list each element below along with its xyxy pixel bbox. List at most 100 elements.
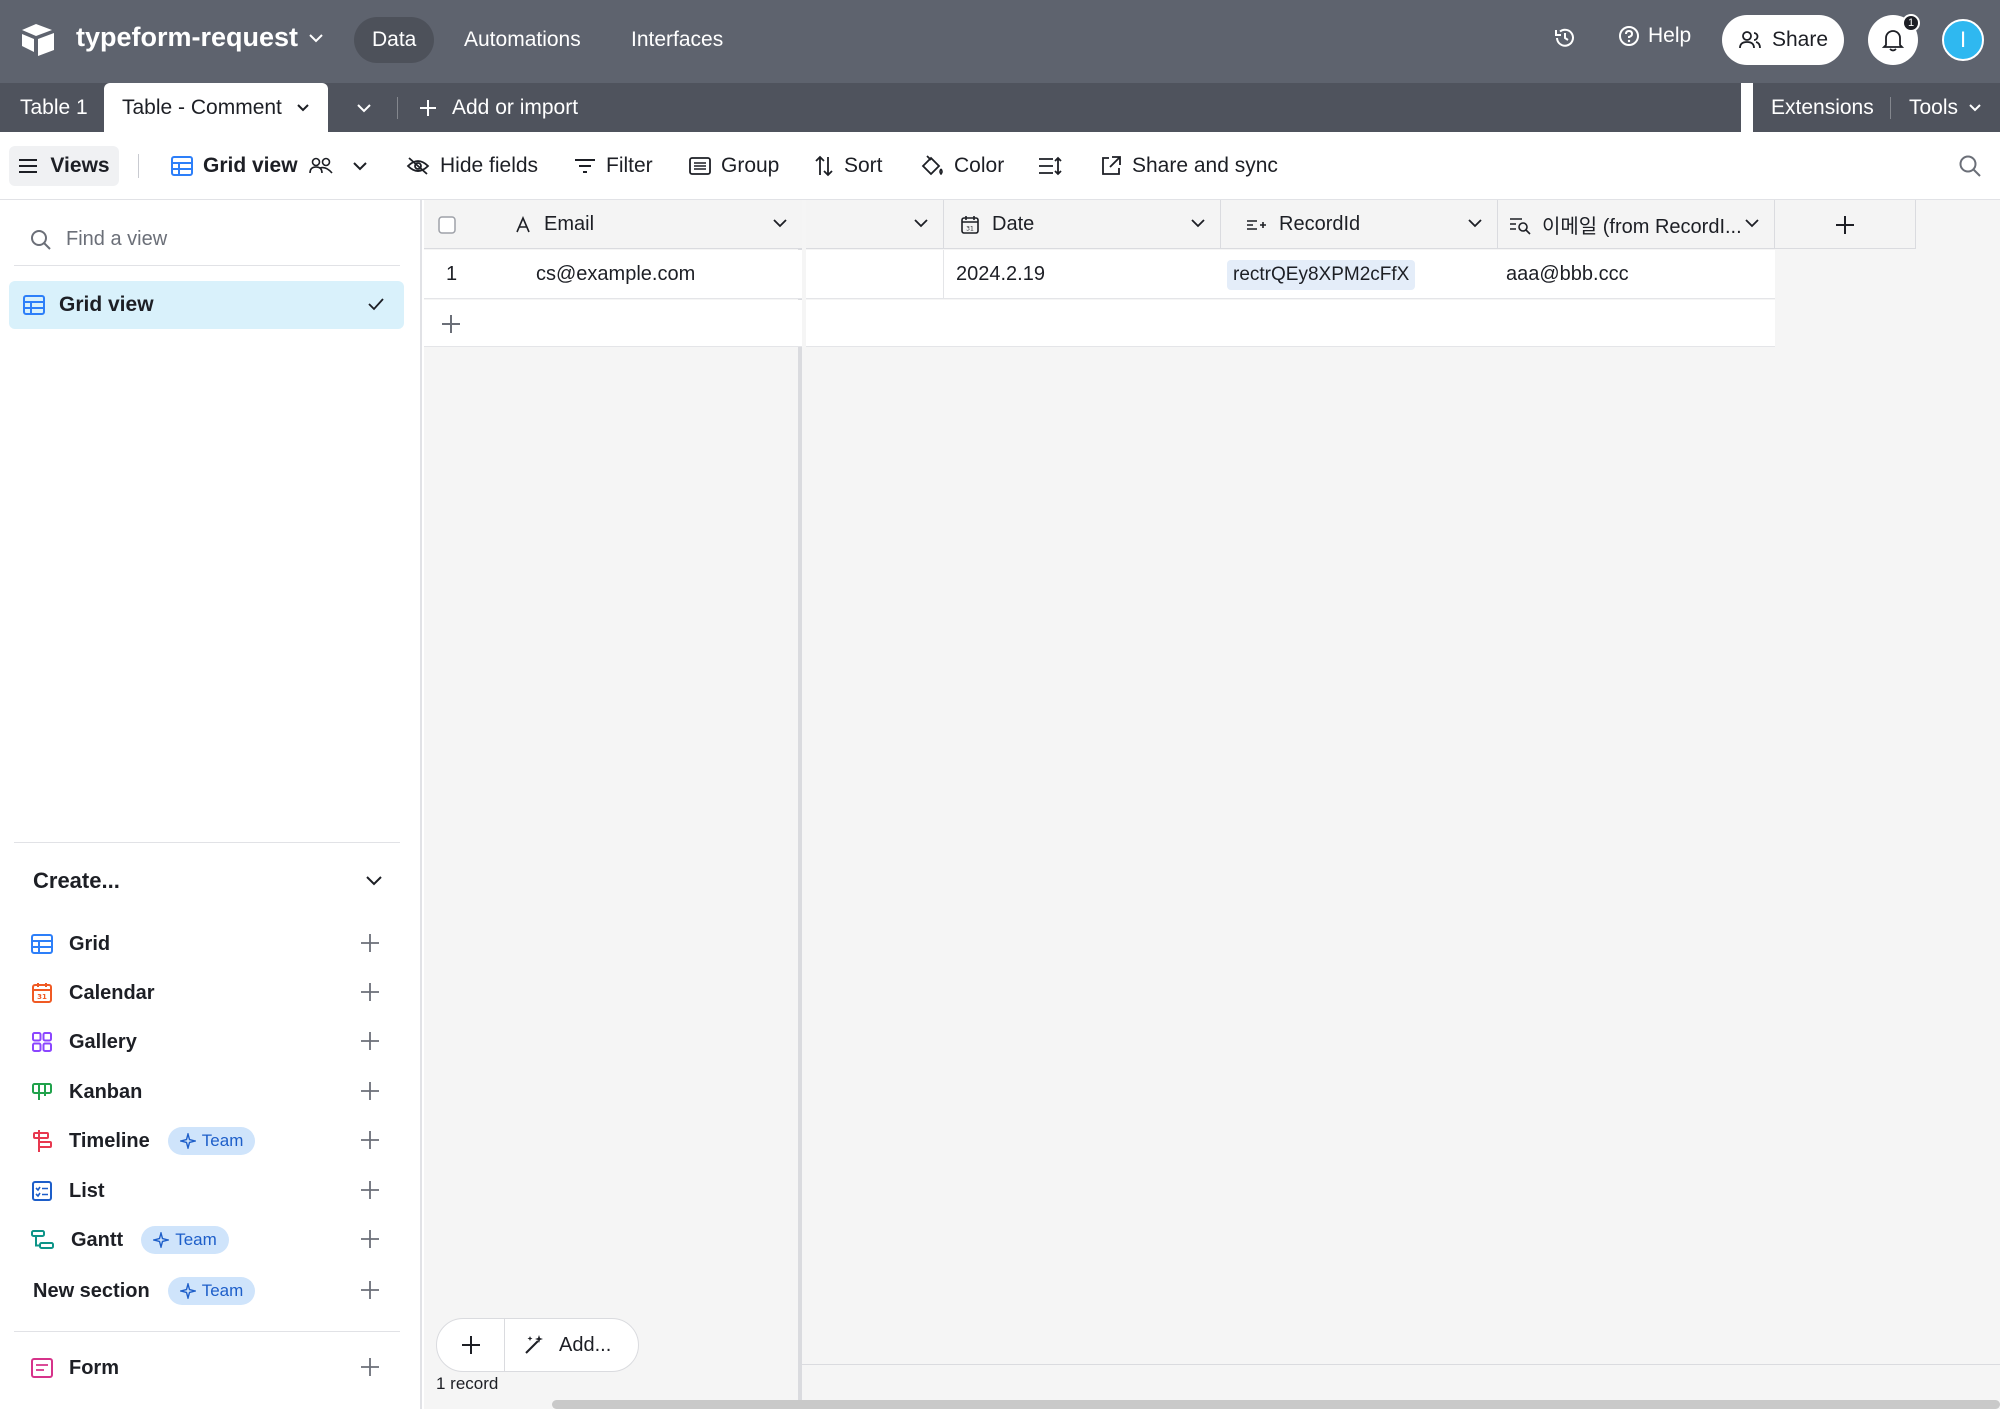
chevron-down-icon bbox=[309, 33, 323, 42]
add-or-import-button[interactable]: Add or import bbox=[418, 83, 578, 132]
share-button[interactable]: Share bbox=[1722, 15, 1844, 65]
svg-text:31: 31 bbox=[966, 225, 974, 232]
add-record-button[interactable] bbox=[437, 1318, 505, 1372]
cell-email[interactable]: cs@example.com bbox=[536, 250, 796, 299]
nav-automations[interactable]: Automations bbox=[446, 17, 599, 63]
hide-fields-button[interactable]: Hide fields bbox=[406, 132, 538, 200]
create-grid-view[interactable]: Grid bbox=[31, 924, 381, 964]
column-header-lookup-email[interactable]: 이메일 (from RecordI... bbox=[1498, 200, 1775, 249]
plus-icon bbox=[361, 1358, 379, 1376]
find-view-input[interactable]: Find a view bbox=[14, 214, 400, 266]
column-header-unnamed[interactable] bbox=[806, 200, 944, 249]
cell-date[interactable]: 2024.2.19 bbox=[956, 250, 1221, 299]
list-icon bbox=[32, 1181, 52, 1201]
sparkle-icon bbox=[179, 1283, 196, 1299]
table-tab-bar: Table 1 Table - Comment Add or import bbox=[0, 83, 1741, 132]
group-button[interactable]: Group bbox=[689, 132, 779, 200]
views-toggle-button[interactable]: Views bbox=[9, 146, 119, 186]
horizontal-scrollbar[interactable] bbox=[552, 1400, 2000, 1409]
color-button[interactable]: Color bbox=[920, 132, 1004, 200]
cell-recordid[interactable]: rectrQEy8XPM2cFfX bbox=[1227, 250, 1497, 299]
sparkle-icon bbox=[179, 1133, 196, 1149]
search-icon bbox=[31, 229, 51, 250]
sort-button[interactable]: Sort bbox=[814, 132, 883, 200]
share-and-sync-button[interactable]: Share and sync bbox=[1100, 132, 1278, 200]
search-icon[interactable] bbox=[1958, 132, 1982, 200]
find-view-placeholder: Find a view bbox=[66, 228, 168, 250]
frozen-column-area bbox=[424, 200, 802, 1409]
plus-icon bbox=[361, 1281, 379, 1299]
gantt-icon bbox=[31, 1230, 54, 1249]
check-icon bbox=[368, 298, 384, 311]
avatar[interactable]: I bbox=[1942, 19, 1984, 61]
add-field-button[interactable] bbox=[1775, 200, 1916, 249]
base-name-label: typeform-request bbox=[76, 22, 299, 52]
base-name-button[interactable]: typeform-request bbox=[76, 22, 324, 53]
tab-divider bbox=[397, 97, 398, 119]
chevron-down-icon bbox=[773, 219, 787, 228]
column-header-recordid[interactable]: RecordId bbox=[1221, 200, 1498, 249]
create-gantt-view[interactable]: Gantt Team bbox=[31, 1220, 381, 1260]
airtable-logo-icon[interactable] bbox=[20, 22, 56, 56]
chevron-down-icon bbox=[1969, 103, 1981, 111]
add-with-ai-button[interactable]: Add... bbox=[505, 1334, 611, 1357]
create-new-section[interactable]: New section Team bbox=[33, 1271, 383, 1311]
top-header: typeform-request Data Automations Interf… bbox=[0, 0, 2000, 83]
form-icon bbox=[31, 1358, 53, 1378]
chevron-down-icon bbox=[1745, 219, 1759, 228]
extensions-button[interactable]: Extensions bbox=[1771, 83, 1874, 132]
lookup-field-icon bbox=[1510, 217, 1531, 235]
create-form-view[interactable]: Form bbox=[31, 1348, 381, 1388]
column-header-email[interactable]: Email bbox=[514, 200, 802, 249]
nav-interfaces[interactable]: Interfaces bbox=[613, 17, 741, 63]
create-gallery-view[interactable]: Gallery bbox=[31, 1022, 381, 1062]
create-list-view[interactable]: List bbox=[31, 1171, 381, 1211]
team-plan-badge: Team bbox=[167, 1127, 256, 1155]
plus-icon bbox=[361, 1230, 379, 1248]
tools-button[interactable]: Tools bbox=[1909, 83, 1982, 132]
grid-header-frozen: Email bbox=[424, 200, 802, 249]
current-view-button[interactable]: Grid view bbox=[171, 132, 368, 200]
team-plan-badge: Team bbox=[141, 1226, 229, 1254]
plus-icon[interactable] bbox=[440, 300, 462, 347]
gallery-icon bbox=[32, 1032, 52, 1052]
text-field-icon bbox=[516, 215, 530, 232]
cell-lookup-email[interactable]: aaa@bbb.ccc bbox=[1506, 250, 1775, 299]
eye-off-icon bbox=[406, 157, 430, 175]
help-button[interactable]: Help bbox=[1618, 24, 1691, 48]
tab-table-comment[interactable]: Table - Comment bbox=[104, 83, 328, 132]
create-kanban-view[interactable]: Kanban bbox=[31, 1072, 381, 1112]
tab-divider bbox=[1890, 97, 1891, 119]
menu-icon bbox=[19, 159, 38, 173]
sidebar-view-grid[interactable]: Grid view bbox=[9, 281, 404, 329]
plus-icon bbox=[361, 1032, 379, 1050]
grid-icon bbox=[171, 156, 193, 176]
add-record-row-extension[interactable] bbox=[806, 300, 1775, 347]
add-record-row[interactable] bbox=[424, 300, 802, 347]
filter-button[interactable]: Filter bbox=[574, 132, 653, 200]
row-height-button[interactable] bbox=[1038, 132, 1062, 200]
tab-table-1[interactable]: Table 1 bbox=[20, 83, 88, 132]
table-row[interactable]: 2024.2.19 rectrQEy8XPM2cFfX aaa@bbb.ccc bbox=[806, 250, 1775, 299]
sidebar-divider bbox=[14, 842, 400, 843]
create-calendar-view[interactable]: 31 Calendar bbox=[31, 973, 381, 1013]
select-all-checkbox[interactable] bbox=[438, 200, 468, 249]
create-timeline-view[interactable]: Timeline Team bbox=[31, 1121, 381, 1161]
row-height-icon bbox=[1039, 156, 1062, 176]
calendar-icon: 31 bbox=[961, 215, 979, 234]
table-row[interactable]: 1 cs@example.com bbox=[424, 250, 802, 299]
column-header-date[interactable]: 31 Date bbox=[944, 200, 1221, 249]
nav-data[interactable]: Data bbox=[354, 17, 435, 63]
view-toolbar: Views Grid view Hide fields Filter Group… bbox=[0, 132, 2000, 200]
create-view-section-toggle[interactable]: Create... bbox=[33, 868, 383, 894]
toolbar-divider bbox=[138, 154, 139, 178]
history-icon[interactable] bbox=[1552, 25, 1578, 51]
grid-icon bbox=[31, 934, 53, 954]
calendar-icon: 31 bbox=[32, 983, 52, 1003]
chevron-down-icon bbox=[1468, 219, 1482, 228]
team-plan-badge: Team bbox=[167, 1277, 256, 1305]
sidebar-divider bbox=[14, 1331, 400, 1332]
all-tables-dropdown[interactable] bbox=[356, 83, 372, 132]
cell-unnamed[interactable] bbox=[806, 250, 944, 299]
row-number: 1 bbox=[446, 263, 458, 285]
